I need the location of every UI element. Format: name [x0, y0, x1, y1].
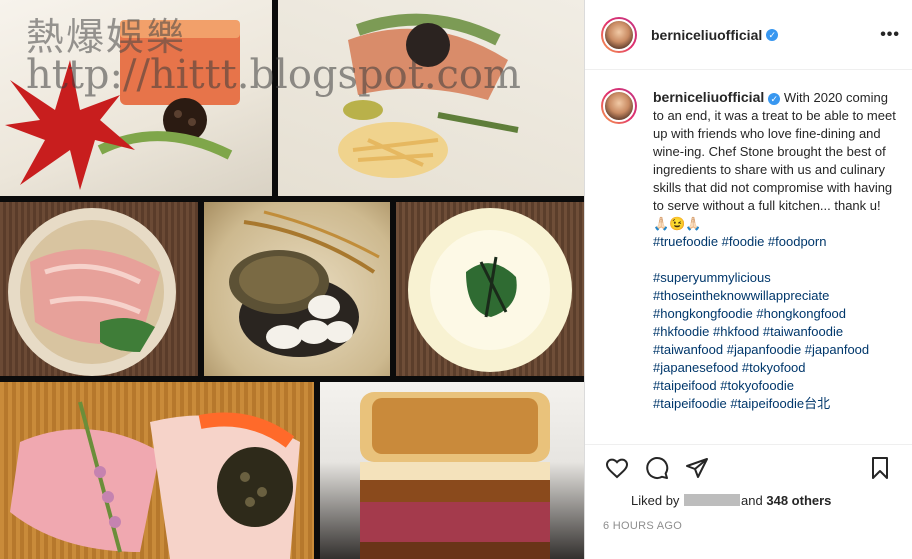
hashtag-line[interactable]: #hkfoodie #hkfood #taiwanfoodie — [653, 323, 896, 341]
likes-count[interactable]: 348 others — [766, 493, 831, 508]
hashtag-line[interactable]: #hongkongfoodie #hongkongfood — [653, 305, 896, 323]
post-header: berniceliuofficial ✓ ••• — [585, 0, 912, 70]
likes-and: and — [741, 493, 763, 508]
avatar[interactable] — [601, 16, 637, 53]
caption-avatar[interactable] — [601, 88, 637, 124]
action-bar — [585, 444, 912, 490]
food-photo-katsu-sando — [320, 382, 584, 559]
hashtag-line[interactable]: #taipeifoodie #taipeifoodie台北 — [653, 395, 896, 413]
more-options-icon[interactable]: ••• — [880, 26, 900, 44]
likes-prefix: Liked by — [631, 493, 680, 508]
post-image[interactable]: 熱爆娛樂 http://hittt.blogspot.com — [0, 0, 584, 559]
hashtag-line[interactable]: #truefoodie #foodie #foodporn — [653, 234, 826, 249]
food-photo-wagyu-noodles — [0, 202, 198, 376]
blurred-username — [684, 494, 741, 506]
post-timestamp[interactable]: 6 HOURS AGO — [603, 520, 682, 532]
hashtag-line[interactable]: #taiwanfood #japanfoodie #japanfood — [653, 341, 896, 359]
caption-area: berniceliuofficial ✓ With 2020 coming to … — [585, 70, 912, 444]
verified-icon: ✓ — [766, 28, 779, 41]
username-link[interactable]: berniceliuofficial — [651, 27, 762, 43]
hashtag-line[interactable]: #superyummylicious — [653, 269, 896, 287]
food-photo-greens-plate — [396, 202, 584, 376]
food-photo-abalone — [204, 202, 390, 376]
caption-body: With 2020 coming to an end, it was a tre… — [653, 90, 896, 231]
share-icon[interactable] — [677, 448, 717, 488]
hashtag-line[interactable]: #japanesefood #tokyofood — [653, 359, 896, 377]
caption-username[interactable]: berniceliuofficial — [653, 89, 764, 105]
food-photo-fish-truffle — [278, 0, 584, 196]
post-sidebar: berniceliuofficial ✓ ••• berniceliuoffic… — [584, 0, 912, 559]
watermark-url: http://hittt.blogspot.com — [26, 52, 521, 98]
hashtag-line[interactable]: #thoseintheknowwillappreciate — [653, 287, 896, 305]
comment-icon[interactable] — [637, 448, 677, 488]
bookmark-icon[interactable] — [860, 448, 900, 488]
likes-summary[interactable]: Liked by and 348 others — [631, 493, 831, 508]
food-photo-hamachi-caviar — [0, 382, 314, 559]
caption-verified-icon: ✓ — [768, 93, 781, 105]
heart-icon[interactable] — [597, 448, 637, 488]
caption: berniceliuofficial ✓ With 2020 coming to … — [653, 88, 896, 413]
hashtag-line[interactable]: #taipeifood #tokyofoodie — [653, 377, 896, 395]
